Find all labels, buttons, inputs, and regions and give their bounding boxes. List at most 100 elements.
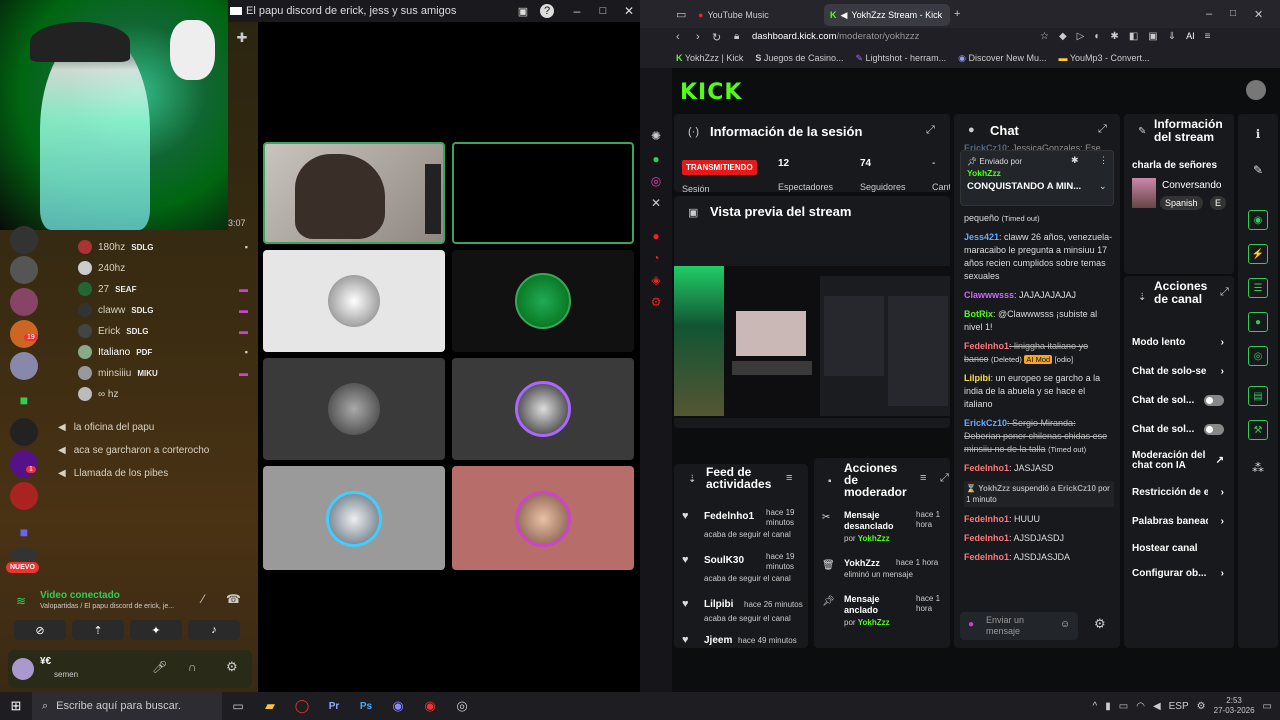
filter-icon[interactable]: ≡ [786, 472, 792, 484]
filter-icon[interactable]: ≡ [920, 472, 926, 484]
edit-icon[interactable]: ✎ [1248, 160, 1268, 180]
download-icon[interactable]: ⇓ [1168, 31, 1176, 42]
url-field[interactable]: dashboard.kick.com/moderator/yokhzzz [752, 31, 919, 42]
settings-gear-icon[interactable]: ⚙ [226, 659, 238, 675]
headphones-icon[interactable]: ∩ [188, 660, 197, 674]
disconnect-icon[interactable]: ☎ [226, 592, 241, 606]
server-icon[interactable] [10, 450, 38, 478]
maximize-button[interactable]: □ [1230, 8, 1236, 19]
language-indicator[interactable]: ESP [1169, 701, 1189, 712]
bookmark-item[interactable]: ▬ YouMp3 - Convert... [1058, 53, 1149, 64]
obs-icon[interactable]: ◎ [446, 692, 478, 720]
bookmark-item[interactable]: ✎ Lightshot - herram... [855, 53, 946, 64]
channel-action[interactable]: Chat de sol... [1132, 415, 1224, 444]
expand-icon[interactable]: ⤢ [940, 472, 949, 485]
folder-icon[interactable]: ■ [10, 518, 38, 546]
mod-action-item[interactable]: 🗑︎ YokhZzz eliminó un mensaje hace 1 hora [822, 558, 946, 594]
microphone-icon[interactable]: ▮ [1105, 701, 1111, 712]
folder-icon[interactable]: ■ [10, 386, 38, 414]
bookmark-item[interactable]: ◉ Discover New Mu... [958, 53, 1046, 64]
voice-channel[interactable]: ◀ Llamada de los pibes [58, 462, 253, 485]
bookmark-item[interactable]: S Juegos de Casino... [755, 53, 843, 64]
video-tile[interactable] [263, 466, 445, 570]
whatsapp-icon[interactable]: ● [648, 151, 664, 167]
channel-action[interactable]: Chat de sol... [1132, 386, 1224, 415]
server-icon[interactable] [10, 418, 38, 446]
server-icon[interactable] [10, 226, 38, 254]
task-view-icon[interactable]: ▭ [222, 692, 254, 720]
close-button[interactable]: ✕ [622, 4, 636, 18]
shield-icon[interactable]: ◆ [1059, 31, 1067, 42]
taskbar-search[interactable]: ⌕ Escribe aquí para buscar. [32, 692, 222, 720]
server-icon[interactable] [10, 548, 38, 562]
video-tile[interactable] [452, 358, 634, 460]
expand-icon[interactable]: ⤢ [1220, 286, 1229, 299]
new-tab-button[interactable]: + [954, 8, 960, 20]
channel-action[interactable]: Configurar ob... › [1132, 561, 1224, 586]
bookmark-icon[interactable]: ☆ [1040, 31, 1049, 42]
minimize-button[interactable]: – [1206, 8, 1212, 20]
puzzle-icon[interactable]: ◧ [1129, 31, 1138, 42]
start-button[interactable]: ⊞ [0, 692, 32, 720]
notification-icon[interactable]: ▭ [1263, 701, 1272, 712]
avatar[interactable] [1246, 80, 1266, 100]
activity-icon[interactable]: ✚ [234, 30, 250, 46]
battery-icon[interactable]: ▭ [1119, 701, 1128, 712]
noise-suppression-icon[interactable]: ⁄ [202, 592, 204, 606]
vpn-icon[interactable]: ◐ [1094, 31, 1100, 42]
channel-action[interactable]: Palabras baneac › [1132, 507, 1224, 536]
chat-icon[interactable]: ● [1248, 312, 1268, 332]
music-icon[interactable]: ● [648, 228, 664, 244]
menu-icon[interactable]: ≡ [1205, 31, 1211, 42]
unpin-icon[interactable]: ✱ [1071, 155, 1079, 166]
voice-user[interactable]: Italiano PDF ▪ [78, 343, 248, 361]
info-icon[interactable]: ℹ [1248, 124, 1268, 144]
video-tile[interactable] [263, 142, 445, 244]
microphone-icon[interactable]: 🎤︎ [152, 660, 167, 674]
channel-action[interactable]: Modo lento › [1132, 328, 1224, 357]
video-tile[interactable] [263, 250, 445, 352]
emoji-icon[interactable]: ☺ [1060, 619, 1070, 630]
voice-channel[interactable]: ◀ la oficina del papu [58, 416, 253, 439]
list-icon[interactable]: ☰ [1248, 278, 1268, 298]
screen-share-button[interactable]: ⇡ [72, 620, 124, 640]
channel-action[interactable]: Hostear canal [1132, 536, 1224, 561]
camera-icon[interactable]: ◉ [1248, 210, 1268, 230]
server-icon[interactable] [10, 288, 38, 316]
discord-icon[interactable]: ◉ [382, 692, 414, 720]
photoshop-icon[interactable]: Ps [350, 692, 382, 720]
help-icon[interactable]: ? [540, 4, 554, 18]
play-icon[interactable]: ▷ [1077, 31, 1085, 42]
history-icon[interactable]: ◔ [648, 250, 664, 266]
pinned-message[interactable]: 📌︎ Enviado por ✱ ⋮ YokhZzz CONQUISTANDO … [960, 150, 1114, 206]
voice-channel[interactable]: ◀ aca se garcharon a corterocho [58, 439, 253, 462]
voice-user[interactable]: 180hz SDLG ▪ [78, 238, 248, 256]
microphone-icon[interactable]: ● [968, 619, 974, 630]
voice-user[interactable]: minsiiiu MIKU ▬ [78, 364, 248, 382]
maximize-button[interactable]: □ [596, 4, 610, 18]
soundboard-button[interactable]: ♪ [188, 620, 240, 640]
chat-input[interactable]: ● Enviar un mensaje ☺ [960, 612, 1078, 640]
broadcast-icon[interactable]: ◎ [1248, 346, 1268, 366]
channel-action[interactable]: Chat de solo-se › [1132, 357, 1224, 386]
feed-item[interactable]: ♥ Fedelnho1 hace 19 minutos acaba de seguir… [682, 508, 804, 552]
settings-gear-icon[interactable]: ⚙ [648, 294, 664, 310]
minimize-button[interactable]: – [570, 4, 584, 18]
server-icon[interactable] [10, 482, 38, 510]
chevron-down-icon[interactable]: ⌄ [1099, 181, 1107, 192]
toggle-switch[interactable] [1204, 424, 1224, 435]
channel-action[interactable]: Restricción de e › [1132, 478, 1224, 507]
feed-item[interactable]: ♥ Jjeem hace 49 minutos [682, 632, 804, 648]
bookmark-item[interactable]: K YokhZzz | Kick [676, 53, 743, 64]
voice-user[interactable]: Erick SDLG ▬ [78, 322, 248, 340]
file-explorer-icon[interactable]: ▰ [254, 692, 286, 720]
voice-user[interactable]: ∞ hz [78, 385, 248, 403]
forward-icon[interactable]: › [696, 31, 700, 43]
channel-action[interactable]: Moderación del chat con IA ↗ [1132, 444, 1224, 478]
chatgpt-icon[interactable]: ✺ [648, 128, 664, 144]
kick-logo[interactable]: KICK [680, 80, 742, 105]
stream-preview-video[interactable] [674, 266, 950, 418]
video-tile[interactable] [263, 358, 445, 460]
server-icon[interactable] [10, 352, 38, 380]
cube-icon[interactable]: ◈ [648, 272, 664, 288]
